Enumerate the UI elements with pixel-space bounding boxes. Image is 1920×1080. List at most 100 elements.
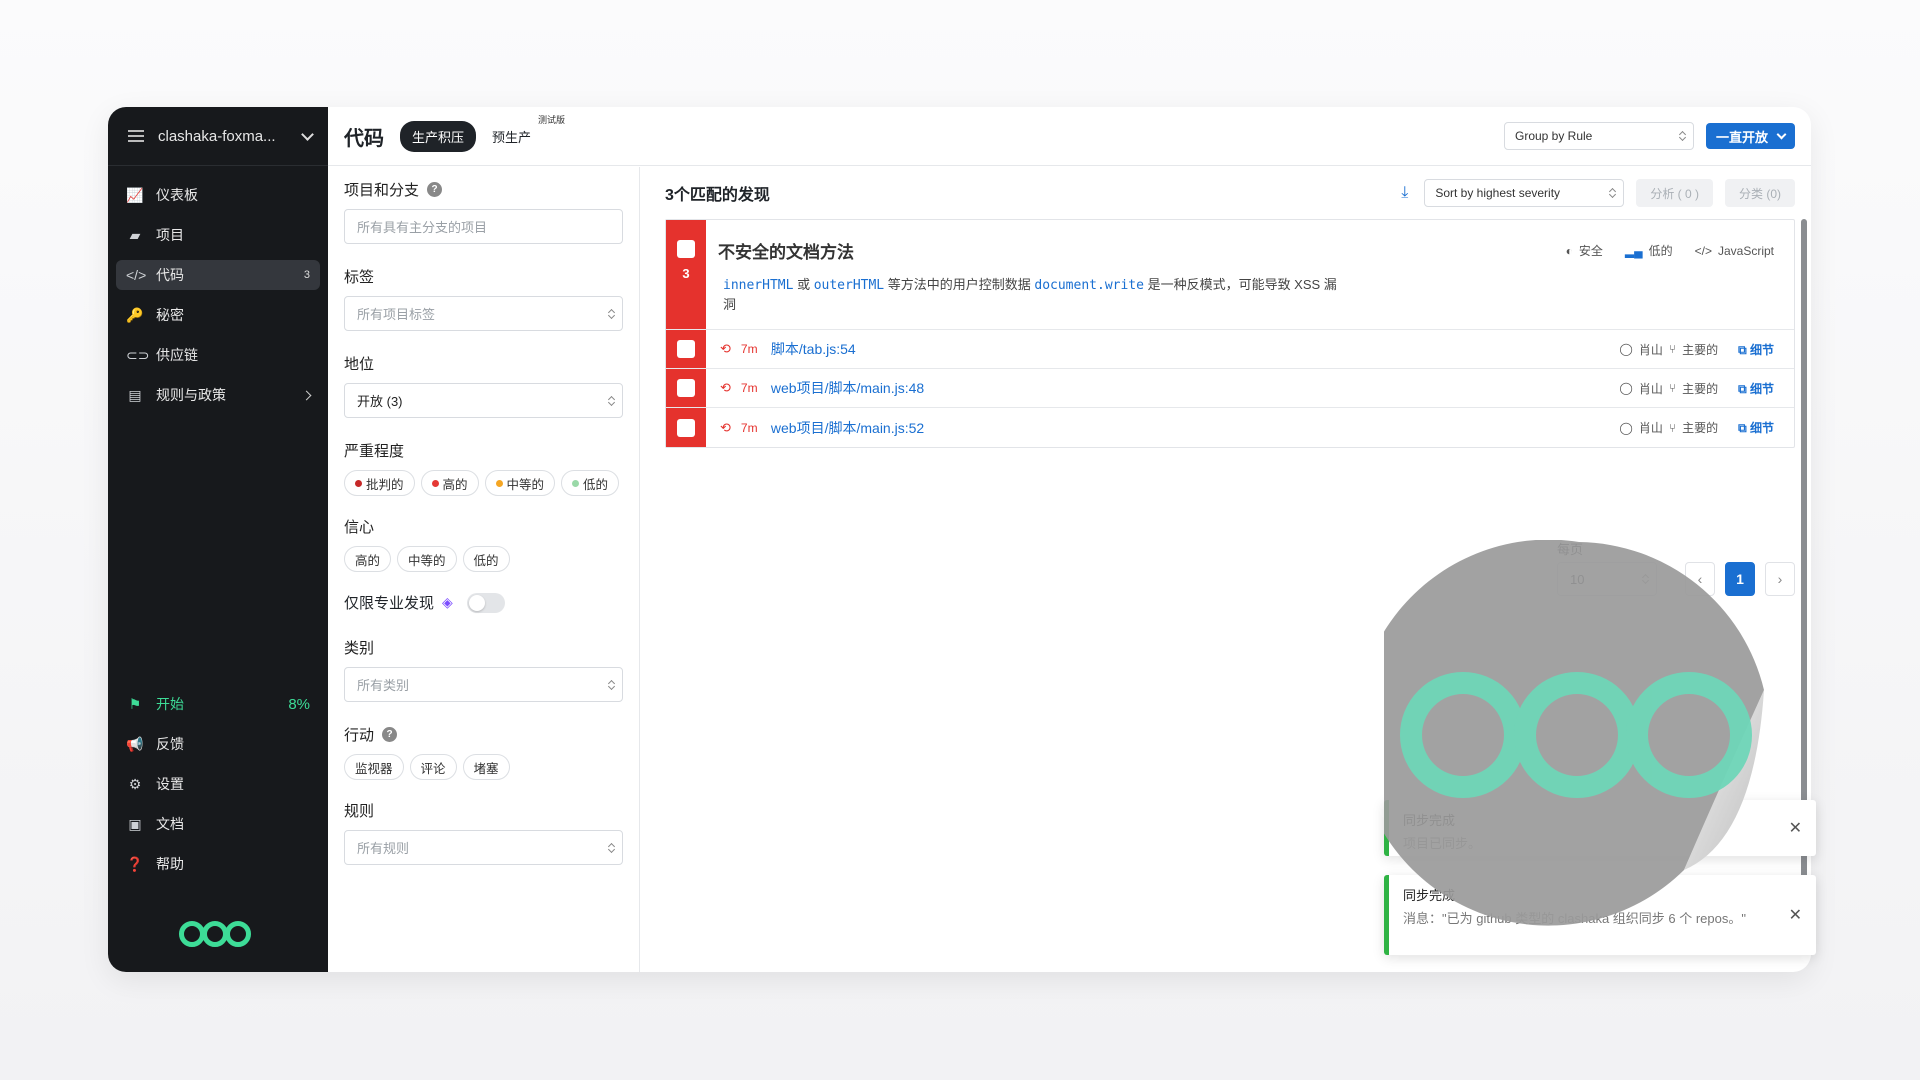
details-icon: ⧉: [1738, 381, 1750, 396]
select-arrows-icon: [608, 396, 614, 406]
finding-path-link[interactable]: web项目/脚本/main.js:48: [771, 378, 1620, 398]
status-select[interactable]: 开放 (3): [344, 383, 623, 418]
sidebar-item-feedback[interactable]: 📢 反馈: [116, 729, 320, 759]
link-icon: ⊂⊃: [126, 346, 150, 363]
finding-checkbox[interactable]: [677, 340, 695, 358]
finding-row[interactable]: ⟲ 7m web项目/脚本/main.js:48 ◯ 肖山 ⑂ 主要的 ⧉ 细节: [666, 369, 1794, 408]
sidebar-item-code[interactable]: </> 代码 3: [116, 260, 320, 290]
menu-icon[interactable]: [128, 130, 144, 142]
question-icon[interactable]: ?: [427, 182, 443, 197]
sidebar-item-label: 帮助: [156, 856, 184, 872]
repo-branch-input[interactable]: 所有具有主分支的项目: [344, 209, 623, 244]
filter-repo-label: 项目和分支 ?: [344, 179, 623, 200]
sidebar-item-label: 文档: [156, 816, 184, 832]
details-button[interactable]: ⧉ 细节: [1738, 380, 1774, 397]
severity-chip-critical[interactable]: 批判的: [344, 470, 415, 496]
org-switcher[interactable]: clashaka-foxma...: [108, 107, 328, 166]
pro-only-toggle[interactable]: [466, 592, 505, 613]
severity-chip-medium[interactable]: 中等的: [484, 470, 556, 496]
sidebar-item-secrets[interactable]: 🔑 秘密: [116, 300, 320, 330]
group-by-value: Group by Rule: [1514, 129, 1593, 143]
sidebar-item-supply-chain[interactable]: ⊂⊃ 供应链: [116, 340, 320, 370]
confidence-chip-high[interactable]: 高的: [344, 546, 392, 572]
code-snippet: document.write: [1034, 278, 1144, 293]
toast-sync-projects: 同步完成 项目已同步。 ✕: [1384, 800, 1816, 856]
per-page-select[interactable]: 10: [1557, 562, 1657, 596]
group-checkbox[interactable]: [677, 240, 695, 258]
diamond-icon: ◈: [442, 594, 453, 610]
filter-action-label: 行动 ?: [344, 724, 623, 745]
sort-select[interactable]: Sort by highest severity: [1424, 179, 1625, 207]
analyze-button[interactable]: 分析 ( 0 ): [1636, 179, 1713, 207]
filter-category-label: 类别: [344, 640, 375, 657]
branch-name: 主要的: [1682, 421, 1719, 435]
sidebar-item-label: 项目: [156, 227, 184, 243]
details-button[interactable]: ⧉ 细节: [1738, 341, 1774, 358]
sidebar-item-docs[interactable]: ▣ 文档: [116, 809, 320, 839]
tags-select[interactable]: 所有项目标签: [344, 296, 623, 331]
toast-message: 项目已同步。: [1403, 836, 1482, 851]
chevron-down-icon: [301, 127, 314, 141]
history-icon: ⟲: [720, 380, 731, 395]
next-page-button[interactable]: ›: [1765, 562, 1795, 596]
sidebar-item-settings[interactable]: ⚙ 设置: [116, 769, 320, 799]
action-chips: 监视器 评论 堵塞: [344, 754, 623, 780]
severity-bar: [666, 330, 706, 368]
finding-meta: ◯ 肖山 ⑂ 主要的: [1619, 419, 1718, 436]
action-chip-comment[interactable]: 评论: [409, 754, 457, 780]
download-icon[interactable]: ⤓: [1401, 184, 1408, 202]
select-arrows-icon: [1609, 188, 1615, 198]
repo-name: 肖山: [1638, 381, 1663, 396]
question-icon[interactable]: ?: [382, 727, 398, 742]
current-page-button[interactable]: 1: [1725, 562, 1755, 596]
language-tag: JavaScript: [1717, 243, 1774, 258]
filter-rule-label: 规则: [344, 803, 375, 820]
close-icon[interactable]: ✕: [1789, 905, 1802, 925]
repo-icon: ◯: [1619, 342, 1633, 356]
page-header: 代码 生产积压 预生产 测试版 Group by Rule 一直开放: [328, 107, 1811, 166]
severity-chip-high[interactable]: 高的: [420, 470, 479, 496]
chevron-down-icon: [1776, 129, 1787, 139]
sidebar-item-projects[interactable]: ▰ 项目: [116, 220, 320, 250]
select-arrows-icon: [1642, 574, 1648, 584]
chip-label: 高的: [442, 477, 468, 492]
rule-select[interactable]: 所有规则: [344, 830, 623, 865]
finding-path-link[interactable]: web项目/脚本/main.js:52: [771, 418, 1620, 438]
rule-meta: ◐ 安全 ▂▄ 低的 </> JavaScript: [1566, 242, 1774, 259]
finding-path-link[interactable]: 脚本/tab.js:54: [771, 339, 1620, 359]
sidebar-item-help[interactable]: ❓ 帮助: [116, 849, 320, 879]
policy-icon: ▤: [128, 386, 142, 403]
tab-production-backlog[interactable]: 生产积压: [400, 120, 477, 152]
sidebar-item-dashboard[interactable]: 📈 仪表板: [116, 180, 320, 210]
close-icon[interactable]: ✕: [1789, 818, 1802, 838]
confidence-chip-low[interactable]: 低的: [462, 546, 510, 572]
folder-icon: ▰: [129, 226, 141, 243]
branch-icon: ⑂: [1668, 342, 1677, 356]
category-tag: 安全: [1578, 244, 1603, 258]
per-page-value: 10: [1570, 571, 1585, 587]
sidebar-item-policies[interactable]: ▤ 规则与政策: [116, 380, 320, 410]
beta-badge: 测试版: [538, 114, 566, 125]
tab-pre-production[interactable]: 预生产 测试版: [492, 115, 565, 146]
finding-row[interactable]: ⟲ 7m web项目/脚本/main.js:52 ◯ 肖山 ⑂ 主要的 ⧉ 细节: [666, 408, 1794, 447]
details-button[interactable]: ⧉ 细节: [1738, 419, 1774, 436]
action-chip-monitor[interactable]: 监视器: [344, 754, 404, 780]
group-by-select[interactable]: Group by Rule: [1503, 122, 1694, 150]
finding-row[interactable]: ⟲ 7m 脚本/tab.js:54 ◯ 肖山 ⑂ 主要的 ⧉ 细节: [666, 330, 1794, 369]
sidebar-item-start[interactable]: ⚑ 开始 8%: [116, 689, 320, 719]
triage-button[interactable]: 分类 (0): [1724, 179, 1795, 207]
finding-checkbox[interactable]: [677, 379, 695, 397]
finding-checkbox[interactable]: [677, 418, 695, 437]
action-chip-block[interactable]: 堵塞: [462, 754, 510, 780]
status-dropdown-button[interactable]: 一直开放: [1705, 123, 1795, 149]
chip-label: 批判的: [366, 477, 404, 492]
category-select[interactable]: 所有类别: [344, 667, 623, 702]
prev-page-button[interactable]: ‹: [1685, 562, 1715, 596]
branch-name: 主要的: [1682, 381, 1719, 396]
rule-body: 不安全的文档方法 innerHTML 或 outerHTML 等方法中的用户控制…: [706, 220, 1794, 329]
brand-logo-icon: [179, 921, 251, 947]
toast-message: 消息："已为 github 类型的 clashaka 组织同步 6 个 repo…: [1403, 911, 1746, 926]
confidence-tag: 低的: [1648, 244, 1673, 258]
confidence-chip-medium[interactable]: 中等的: [397, 546, 457, 572]
severity-chip-low[interactable]: 低的: [561, 470, 620, 496]
